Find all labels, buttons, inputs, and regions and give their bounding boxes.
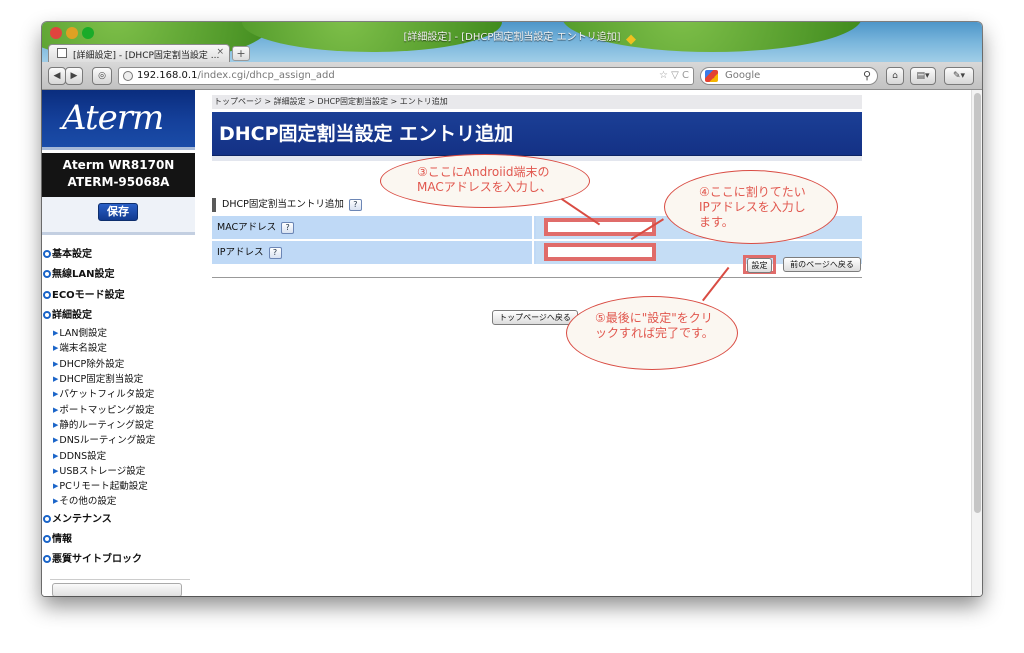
back-button[interactable]: ◀ xyxy=(48,67,66,85)
circle-bullet-icon xyxy=(43,290,51,299)
aterm-logo: Aterm xyxy=(42,90,195,150)
back-to-top-button[interactable]: トップページへ戻る xyxy=(492,310,578,325)
menu-other-settings[interactable]: ▶その他の設定 xyxy=(43,494,193,509)
tab-close-icon[interactable]: × xyxy=(216,47,224,57)
circle-bullet-icon xyxy=(43,514,51,523)
help-icon[interactable]: ? xyxy=(281,222,295,234)
triangle-bullet-icon: ▶ xyxy=(53,359,59,368)
triangle-bullet-icon: ▶ xyxy=(53,405,59,414)
menu-dns-routing[interactable]: ▶DNSルーティング設定 xyxy=(43,433,193,448)
triangle-bullet-icon: ▶ xyxy=(53,329,59,338)
google-icon xyxy=(705,70,718,82)
page-icon xyxy=(57,48,67,58)
menu-dhcp-exclude[interactable]: ▶DHCP除外設定 xyxy=(43,357,193,372)
triangle-bullet-icon: ▶ xyxy=(53,466,59,475)
help-icon[interactable]: ? xyxy=(348,199,362,211)
triangle-bullet-icon: ▶ xyxy=(53,344,59,353)
new-tab-button[interactable]: + xyxy=(232,46,250,61)
menu-ddns[interactable]: ▶DDNS設定 xyxy=(43,449,193,464)
tools-button[interactable]: ✎▾ xyxy=(944,67,974,85)
form-buttons: 設定 前のページへ戻る xyxy=(212,254,862,278)
tab-label: [詳細設定] - [DHCP固定割当設定 ... xyxy=(73,51,220,61)
menu-maintenance[interactable]: メンテナンス xyxy=(43,510,193,530)
sidebar-bottom-button[interactable] xyxy=(52,583,182,596)
page-content: Aterm Aterm WR8170N ATERM-95068A 保存 基本設定… xyxy=(42,90,982,596)
section-title-text: DHCP固定割当エントリ追加 xyxy=(222,199,344,210)
triangle-bullet-icon: ▶ xyxy=(53,375,59,384)
menu-basic-settings[interactable]: 基本設定 xyxy=(43,245,193,265)
menu-eco-mode[interactable]: ECOモード設定 xyxy=(43,286,193,306)
set-button[interactable]: 設定 xyxy=(747,258,772,273)
sidebar-menu: 基本設定 無線LAN設定 ECOモード設定 詳細設定 ▶LAN側設定 ▶端末名設… xyxy=(43,245,193,571)
circle-bullet-icon xyxy=(43,270,51,279)
menu-malicious-site-block[interactable]: 悪質サイトブロック xyxy=(43,550,193,570)
browser-window: [詳細設定] - [DHCP固定割当設定 エントリ追加] ◆ [詳細設定] - … xyxy=(42,22,982,596)
breadcrumb: トップページ > 詳細設定 > DHCP固定割当設定 > エントリ追加 xyxy=(212,95,862,109)
menu-usb-storage[interactable]: ▶USBストレージ設定 xyxy=(43,464,193,479)
menu-advanced-settings[interactable]: 詳細設定 xyxy=(43,306,193,326)
tab-strip: [詳細設定] - [DHCP固定割当設定 ... × + xyxy=(42,44,982,62)
title-bar: [詳細設定] - [DHCP固定割当設定 エントリ追加] ◆ [詳細設定] - … xyxy=(42,22,982,90)
model-name: Aterm WR8170N xyxy=(62,158,175,172)
save-button[interactable]: 保存 xyxy=(98,203,138,221)
sidebar-toggle-button[interactable]: ◎ xyxy=(92,67,112,85)
mac-address-label: MACアドレス? xyxy=(212,216,534,239)
search-icon[interactable]: ⚲ xyxy=(863,68,871,84)
triangle-bullet-icon: ▶ xyxy=(53,420,59,429)
url-path: /index.cgi/dhcp_assign_add xyxy=(197,70,335,81)
set-button-highlight: 設定 xyxy=(743,255,776,274)
close-window-button[interactable] xyxy=(50,27,62,39)
triangle-bullet-icon: ▶ xyxy=(53,436,59,445)
menu-lan-settings[interactable]: ▶LAN側設定 xyxy=(43,326,193,341)
vertical-scrollbar[interactable] xyxy=(971,90,982,596)
scrollbar-thumb[interactable] xyxy=(974,93,981,513)
menu-info[interactable]: 情報 xyxy=(43,530,193,550)
annotation-step4-text: ④ここに割りてたいIPアドレスを入力します。 xyxy=(699,185,806,229)
menu-dhcp-fixed[interactable]: ▶DHCP固定割当設定 xyxy=(43,372,193,387)
annotation-step3-text: ③ここにAndroiid端末のMACアドレスを入力し、 xyxy=(417,165,552,194)
url-host: 192.168.0.1 xyxy=(137,70,198,81)
annotation-step5-text: ⑤最後に"設定"をクリックすれば完了です。 xyxy=(595,311,714,340)
zoom-window-button[interactable] xyxy=(82,27,94,39)
home-button[interactable]: ⌂ xyxy=(886,67,904,85)
tab-current[interactable]: [詳細設定] - [DHCP固定割当設定 ... × xyxy=(48,44,230,62)
sidebar-divider xyxy=(50,579,190,580)
circle-bullet-icon xyxy=(43,250,51,258)
circle-bullet-icon xyxy=(43,535,51,544)
menu-port-mapping[interactable]: ▶ポートマッピング設定 xyxy=(43,403,193,418)
bookmarks-button[interactable]: ▤▾ xyxy=(910,67,936,85)
model-box: Aterm WR8170N ATERM-95068A xyxy=(42,153,195,197)
device-id: ATERM-95068A xyxy=(67,175,170,189)
section-title: DHCP固定割当エントリ追加? xyxy=(212,198,362,212)
navigation-toolbar: ◀ ▶ ◎ 192.168.0.1/index.cgi/dhcp_assign_… xyxy=(42,62,982,90)
page-title: DHCP固定割当設定 エントリ追加 xyxy=(212,112,862,156)
annotation-step5: ⑤最後に"設定"をクリックすれば完了です。 xyxy=(566,296,738,370)
bookmark-reload-icons[interactable]: ☆ ▽ C xyxy=(659,68,689,84)
search-placeholder: Google xyxy=(725,70,761,81)
address-bar[interactable]: 192.168.0.1/index.cgi/dhcp_assign_add ☆ … xyxy=(118,67,694,85)
triangle-bullet-icon: ▶ xyxy=(53,390,59,399)
menu-packet-filter[interactable]: ▶パケットフィルタ設定 xyxy=(43,387,193,402)
triangle-bullet-icon: ▶ xyxy=(53,482,59,491)
circle-bullet-icon xyxy=(43,310,51,319)
menu-pc-remote-wake[interactable]: ▶PCリモート起動設定 xyxy=(43,479,193,494)
forward-button[interactable]: ▶ xyxy=(65,67,83,85)
triangle-bullet-icon: ▶ xyxy=(53,497,59,506)
circle-bullet-icon xyxy=(43,555,51,564)
back-to-previous-button[interactable]: 前のページへ戻る xyxy=(783,257,861,272)
search-input[interactable]: Google ⚲ xyxy=(700,67,878,85)
router-sidebar: Aterm Aterm WR8170N ATERM-95068A 保存 基本設定… xyxy=(42,90,195,596)
triangle-bullet-icon: ▶ xyxy=(53,451,59,460)
annotation-step3: ③ここにAndroiid端末のMACアドレスを入力し、 xyxy=(380,154,590,208)
annotation-step4: ④ここに割りてたいIPアドレスを入力します。 xyxy=(664,170,838,244)
save-area: 保存 xyxy=(42,197,195,235)
menu-wireless-lan[interactable]: 無線LAN設定 xyxy=(43,265,193,285)
menu-device-name[interactable]: ▶端末名設定 xyxy=(43,341,193,356)
menu-static-routing[interactable]: ▶静的ルーティング設定 xyxy=(43,418,193,433)
minimize-window-button[interactable] xyxy=(66,27,78,39)
site-identity-icon xyxy=(123,71,133,81)
brand-text: Aterm xyxy=(62,98,164,138)
